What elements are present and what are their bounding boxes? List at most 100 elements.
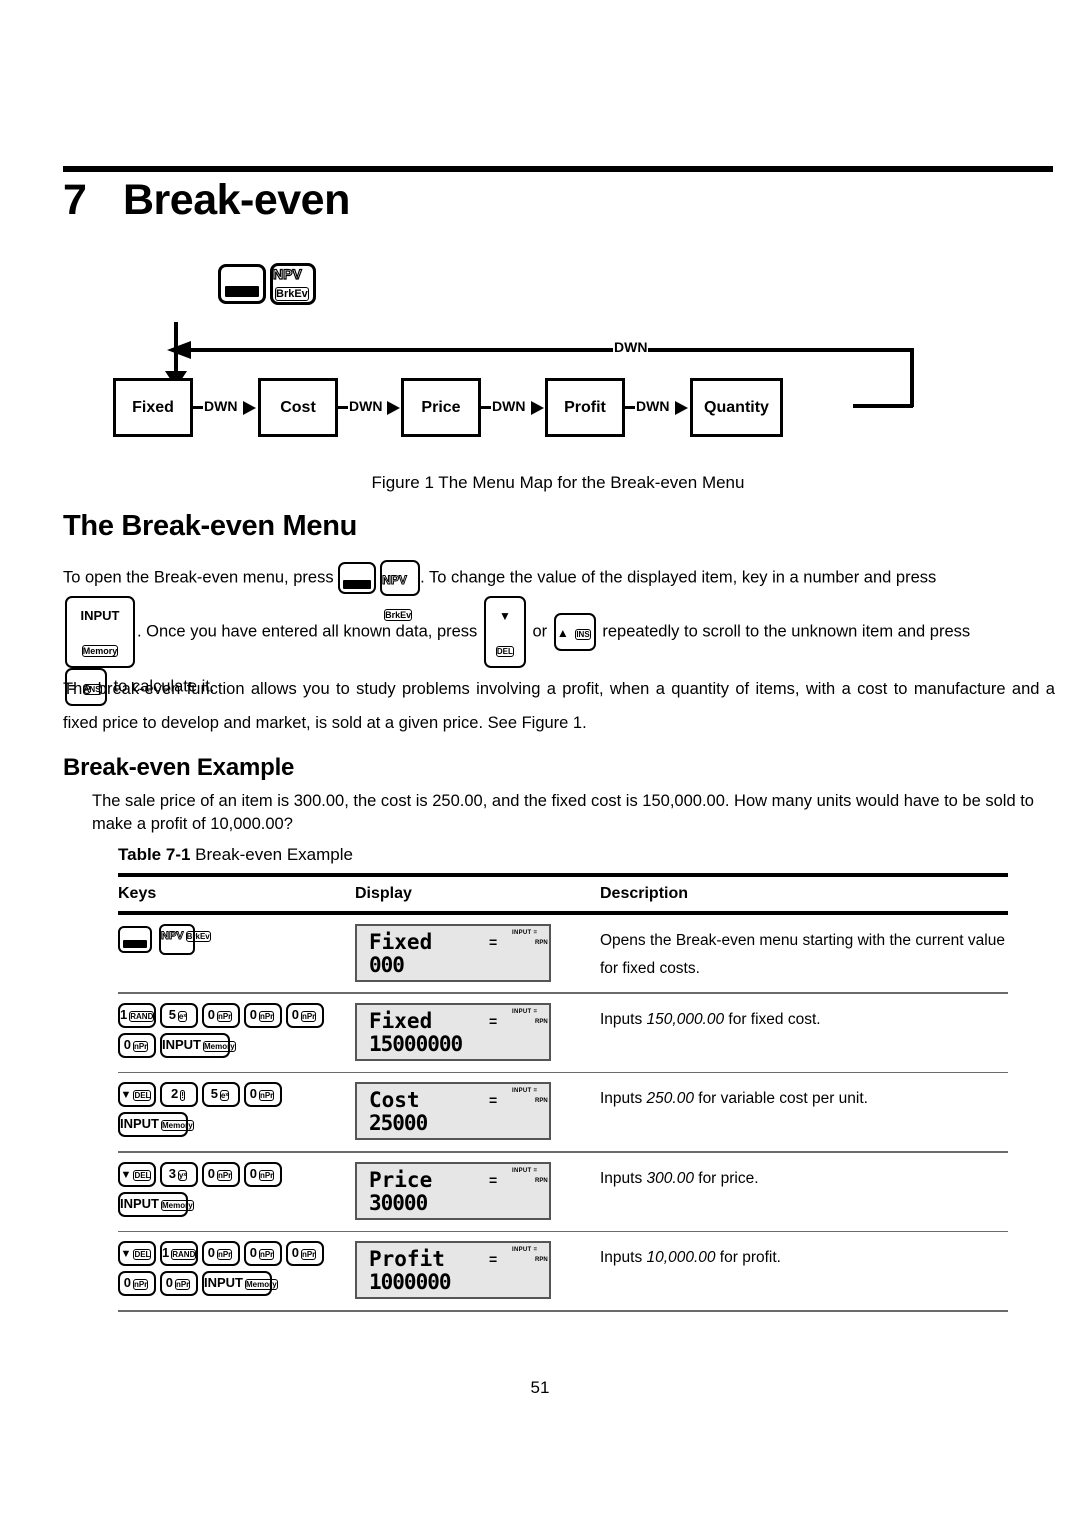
calculator-key-input[interactable]: INPUT Memory xyxy=(118,1191,194,1217)
table-row: ▼ DEL 2! 5 eˣ 0 nPrINPUT Memory Cost 25000 = INPUT … xyxy=(118,1073,1008,1151)
description-text: for price. xyxy=(693,1169,759,1187)
calculator-key-0[interactable]: 0 nPr xyxy=(202,1161,240,1187)
flow-arrowhead-1 xyxy=(243,401,256,415)
shift-key-icon-1 xyxy=(338,562,377,594)
calculator-key-0[interactable]: 0 nPr xyxy=(286,1241,324,1267)
key-primary-label: 1 xyxy=(120,1006,128,1022)
table-cell-keys: ▼ DEL 3 yˣ 0 nPr 0 nPrINPUT Memory xyxy=(118,1161,355,1222)
lcd-menu-item: Cost xyxy=(369,1088,420,1113)
flow-loop-right xyxy=(910,348,914,407)
figure-open-keys: NPV BrkEv xyxy=(218,263,316,305)
calculator-key-0[interactable]: 0 nPr xyxy=(160,1271,198,1297)
calculator-key-3[interactable]: 3 yˣ xyxy=(160,1161,198,1187)
table-header-keys: Keys xyxy=(118,885,157,902)
calculator-key-[interactable]: ▼ DEL xyxy=(118,1082,156,1108)
lcd-menu-item: Price xyxy=(369,1167,433,1192)
key-secondary-label: nPr xyxy=(258,1169,275,1181)
key-primary-label: 0 xyxy=(123,1036,131,1052)
calculator-key-0[interactable]: 0 nPr xyxy=(118,1271,156,1297)
lcd-rpn-indicator: RPN xyxy=(535,1098,548,1105)
calculator-key-1[interactable]: 1 RAND xyxy=(160,1241,198,1267)
calculator-key-[interactable]: ▼ DEL xyxy=(118,1241,156,1267)
table-cell-display: Price 30000 = INPUT = RPN xyxy=(355,1161,600,1222)
lcd-equals-indicator: = xyxy=(489,1012,498,1029)
npv-brkev-key-icon-1: NPV BrkEv xyxy=(380,560,421,621)
table-label: Table 7-1 xyxy=(118,845,191,864)
calculator-key-0[interactable]: 0 nPr xyxy=(202,1241,240,1267)
key-secondary-label: eˣ xyxy=(177,1010,188,1022)
intro-seg-1: To open the Break-even menu, press xyxy=(63,568,334,587)
calculator-key-5[interactable]: 5 eˣ xyxy=(160,1002,198,1028)
key-secondary-label: DEL xyxy=(133,1169,152,1181)
input-key-bottom-1: Memory xyxy=(81,645,119,657)
key-secondary-label: eˣ xyxy=(219,1090,230,1102)
input-key-top-1: INPUT xyxy=(80,608,120,623)
flow-label-3: DWN xyxy=(491,398,527,414)
calculator-key-0[interactable]: 0 nPr xyxy=(244,1161,282,1187)
table-row: ▼ DEL 1 RAND 0 nPr 0 nPr 0 nPr 0 nPr 0 nPr INPUT Memory… xyxy=(118,1232,1008,1310)
npv-key-label: NPV xyxy=(161,930,185,943)
calculator-key-0[interactable]: 0 nPr xyxy=(202,1002,240,1028)
page-number: 51 xyxy=(530,1378,550,1397)
lcd-rpn-indicator: RPN xyxy=(535,1177,548,1184)
key-primary-label: 5 xyxy=(168,1006,176,1022)
calculator-lcd-display: Cost 25000 = INPUT = RPN xyxy=(355,1082,551,1141)
key-primary-label: 1 xyxy=(162,1245,170,1261)
npv-key-label: NPV xyxy=(272,265,302,282)
lcd-input-indicator: INPUT = xyxy=(512,1247,538,1254)
calculator-key-0[interactable]: 0 nPr xyxy=(244,1002,282,1028)
flow-arrowhead-4 xyxy=(675,401,688,415)
description-text: Opens the Break-even menu starting with … xyxy=(600,932,1005,977)
calculator-lcd-display: Profit 1000000 = INPUT = RPN xyxy=(355,1241,551,1300)
calculator-key-5[interactable]: 5 eˣ xyxy=(202,1082,240,1108)
calculator-key-2[interactable]: 2! xyxy=(160,1082,198,1108)
calculator-key-0[interactable]: 0 nPr xyxy=(244,1082,282,1108)
calculator-key-0[interactable]: 0 nPr xyxy=(244,1241,282,1267)
key-primary-label: 0 xyxy=(291,1006,299,1022)
input-key-icon-1: INPUT Memory xyxy=(65,596,135,668)
key-secondary-label: nPr xyxy=(300,1010,317,1022)
calculator-key-input[interactable]: INPUT Memory xyxy=(160,1032,236,1058)
flow-label-4: DWN xyxy=(635,398,671,414)
table-cell-keys: 1 RAND 5 eˣ 0 nPr 0 nPr 0 nPr 0 nPr INPUT Memory xyxy=(118,1002,355,1063)
npv-brkev-key-icon: NPV BrkEv xyxy=(270,263,316,305)
lcd-value: 30000 xyxy=(369,1190,428,1215)
key-primary-label: 0 xyxy=(291,1245,299,1261)
chapter-number: 7 xyxy=(63,176,87,224)
calculator-key-[interactable]: ▼ DEL xyxy=(118,1161,156,1187)
calculator-key-1[interactable]: 1 RAND xyxy=(118,1002,156,1028)
key-secondary-label: yˣ xyxy=(177,1169,188,1181)
table-body: NPV BrkEv Fixed 000 = INPUT = RPN Opens the Bre… xyxy=(118,915,1008,1312)
calculator-lcd-display: Fixed 15000000 = INPUT = RPN xyxy=(355,1002,551,1061)
page-title: 7 Break-even xyxy=(63,176,863,225)
table-cell-keys: ▼ DEL 2! 5 eˣ 0 nPr INPUT Memory xyxy=(118,1082,355,1142)
table-row: ▼ DEL 3 yˣ 0 nPr 0 nPrINPUT Memory Price 30000 = INP… xyxy=(118,1153,1008,1231)
key-primary-label: 0 xyxy=(249,1245,257,1261)
calculator-key-0[interactable]: 0 nPr xyxy=(286,1002,324,1028)
flow-loop-top xyxy=(189,348,914,352)
calculator-key-0[interactable]: 0 nPr xyxy=(118,1032,156,1058)
key-secondary-label: nPr xyxy=(216,1010,233,1022)
lcd-input-indicator: INPUT = xyxy=(512,1088,538,1095)
chapter-rule xyxy=(63,166,1053,172)
brkev-key-label: BrkEv xyxy=(275,287,309,301)
table-header-display: Display xyxy=(355,885,412,902)
lcd-input-indicator: INPUT = xyxy=(512,930,538,936)
lcd-input-indicator: INPUT = xyxy=(512,1167,538,1174)
calculator-key-input[interactable]: INPUT Memory xyxy=(118,1112,194,1138)
lcd-value: 000 xyxy=(369,953,405,977)
lcd-equals-indicator: = xyxy=(489,1251,498,1268)
key-secondary-label: nPr xyxy=(300,1249,317,1261)
shift-key-icon[interactable] xyxy=(118,926,152,953)
table-cell-description: Inputs 150,000.00 for fixed cost. xyxy=(600,1003,1008,1063)
key-primary-label: 2 xyxy=(171,1086,179,1102)
description-text: Inputs xyxy=(600,1249,647,1267)
menu-map-diagram: DWN Fixed Cost Price Profit Quantity DWN… xyxy=(63,322,1053,462)
table-cell-description: Inputs 250.00 for variable cost per unit… xyxy=(600,1082,1008,1142)
flow-arrowhead-left xyxy=(167,341,191,359)
lcd-input-indicator: INPUT = xyxy=(512,1008,538,1015)
calculator-key-input[interactable]: INPUT Memory xyxy=(202,1271,278,1297)
npv-brkev-key-icon[interactable]: NPV BrkEv xyxy=(159,924,211,955)
table-cell-display: Cost 25000 = INPUT = RPN xyxy=(355,1082,600,1142)
key-primary-label: ▼ xyxy=(120,1168,132,1181)
